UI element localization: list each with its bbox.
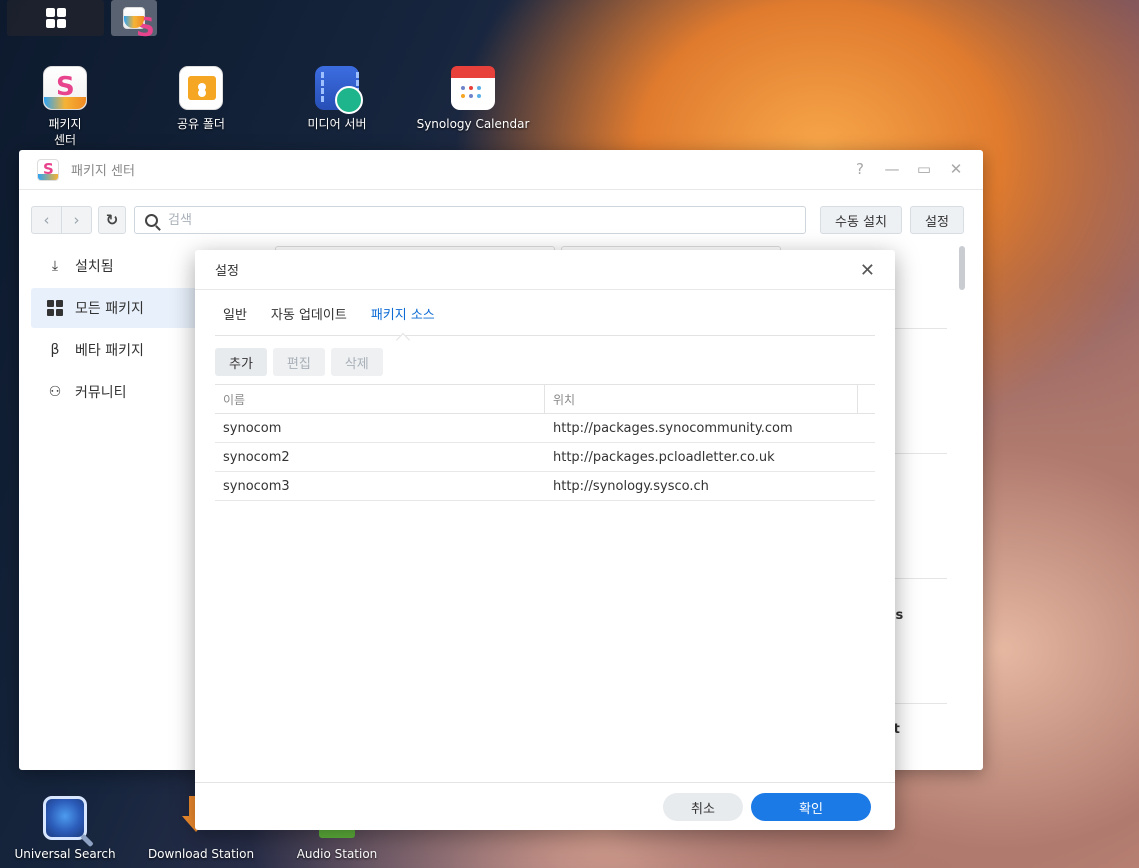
desktop-icon-label: 공유 폴더 — [177, 117, 225, 131]
sidebar-item-label: 설치됨 — [75, 259, 114, 275]
forward-icon[interactable]: › — [62, 207, 91, 233]
desktop-icon-label: 패키지 — [48, 117, 82, 131]
tab-package-sources[interactable]: 패키지 소스 — [363, 306, 443, 335]
package-center-icon — [123, 7, 155, 43]
refresh-icon: ↻ — [105, 211, 119, 229]
column-header-location[interactable]: 위치 — [545, 385, 858, 413]
help-icon[interactable]: ? — [851, 160, 869, 178]
window-controls: ? — ▭ ✕ — [851, 160, 965, 178]
source-actions: 추가 편집 삭제 — [215, 348, 383, 376]
desktop-icon-universal-search[interactable]: Universal Search — [10, 796, 120, 862]
manual-install-button[interactable]: 수동 설치 — [820, 206, 902, 234]
dialog-titlebar[interactable]: 설정 — [195, 250, 895, 290]
desktop-icon-label: Download Station — [147, 847, 255, 861]
desktop-icon-label: Synology Calendar — [416, 117, 530, 131]
desktop-icon-media-server[interactable]: 미디어 서버 — [282, 66, 392, 132]
grid-icon — [45, 8, 66, 28]
main-menu-button[interactable] — [7, 0, 104, 36]
source-location: http://synology.sysco.ch — [553, 478, 709, 494]
sidebar-item-community[interactable]: ⚇ 커뮤니티 — [31, 372, 201, 412]
settings-button[interactable]: 설정 — [910, 206, 964, 234]
community-icon: ⚇ — [48, 384, 62, 400]
package-center-icon — [43, 66, 87, 110]
desktop-icon-package-center[interactable]: 패키지 센터 — [10, 66, 120, 148]
minimize-icon[interactable]: — — [883, 160, 901, 178]
close-icon[interactable]: ✕ — [947, 160, 965, 178]
delete-button[interactable]: 삭제 — [330, 348, 383, 376]
sidebar-item-label: 커뮤니티 — [75, 385, 127, 401]
desktop-icon-label: 센터 — [53, 133, 77, 147]
source-name: synocom2 — [223, 449, 290, 465]
cancel-button[interactable]: 취소 — [663, 793, 743, 821]
taskbar-package-center-button[interactable] — [111, 0, 157, 43]
search-input[interactable] — [168, 212, 768, 228]
edit-button[interactable]: 편집 — [272, 348, 325, 376]
shared-folder-icon — [179, 66, 223, 110]
sidebar-item-label: 모든 패키지 — [75, 301, 144, 317]
dialog-footer: 취소 확인 — [195, 782, 895, 830]
desktop-icon-calendar[interactable]: Synology Calendar — [408, 66, 538, 132]
download-icon: ⤓ — [51, 258, 59, 274]
toolbar: ‹ › ↻ 수동 설치 설정 — [31, 206, 965, 234]
desktop-icon-shared-folder[interactable]: 공유 폴더 — [146, 66, 256, 132]
source-location: http://packages.synocommunity.com — [553, 420, 793, 436]
sidebar: ⤓ 설치됨 모든 패키지 β 베타 패키지 ⚇ 커뮤니티 — [31, 246, 201, 414]
sidebar-item-installed[interactable]: ⤓ 설치됨 — [31, 246, 201, 286]
sidebar-item-all-packages[interactable]: 모든 패키지 — [31, 288, 201, 328]
nav-buttons: ‹ › — [31, 206, 92, 234]
grid-icon — [47, 300, 63, 316]
universal-search-icon — [43, 796, 87, 840]
desktop-icon-label: Audio Station — [296, 847, 378, 861]
calendar-icon — [451, 66, 495, 110]
source-name: synocom — [223, 420, 282, 436]
back-icon[interactable]: ‹ — [32, 207, 62, 233]
dialog-tabs: 일반 자동 업데이트 패키지 소스 — [215, 306, 875, 336]
table-row[interactable]: synocom2 http://packages.pcloadletter.co… — [215, 443, 875, 472]
window-titlebar[interactable]: 패키지 센터 — [19, 150, 983, 190]
table-row[interactable]: synocom3 http://synology.sysco.ch — [215, 472, 875, 501]
window-title: 패키지 센터 — [71, 164, 135, 179]
source-name: synocom3 — [223, 478, 290, 494]
settings-dialog: 설정 ✕ 일반 자동 업데이트 패키지 소스 추가 편집 삭제 이름 위치 sy… — [195, 250, 895, 830]
dialog-title: 설정 — [215, 264, 239, 279]
taskbar — [0, 0, 170, 43]
sidebar-item-beta-packages[interactable]: β 베타 패키지 — [31, 330, 201, 370]
search-icon — [145, 213, 158, 227]
package-sources-table: 이름 위치 synocom http://packages.synocommun… — [215, 384, 875, 501]
package-center-icon — [37, 158, 59, 181]
desktop-icon-label: 미디어 서버 — [307, 117, 367, 131]
add-button[interactable]: 추가 — [215, 348, 267, 376]
search-box[interactable] — [134, 206, 806, 234]
ok-button[interactable]: 확인 — [751, 793, 871, 821]
source-location: http://packages.pcloadletter.co.uk — [553, 449, 775, 465]
refresh-button[interactable]: ↻ — [98, 206, 126, 234]
sidebar-item-label: 베타 패키지 — [75, 343, 144, 359]
tab-auto-update[interactable]: 자동 업데이트 — [263, 306, 355, 335]
tab-general[interactable]: 일반 — [215, 306, 255, 335]
desktop-icon-label: Universal Search — [14, 847, 116, 861]
scrollbar[interactable] — [959, 246, 965, 290]
table-row[interactable]: synocom http://packages.synocommunity.co… — [215, 414, 875, 443]
maximize-icon[interactable]: ▭ — [915, 160, 933, 178]
close-icon[interactable]: ✕ — [860, 260, 875, 281]
table-header: 이름 위치 — [215, 384, 875, 414]
column-header-name[interactable]: 이름 — [215, 385, 545, 413]
beta-icon: β — [50, 342, 60, 358]
media-server-icon — [315, 66, 363, 114]
